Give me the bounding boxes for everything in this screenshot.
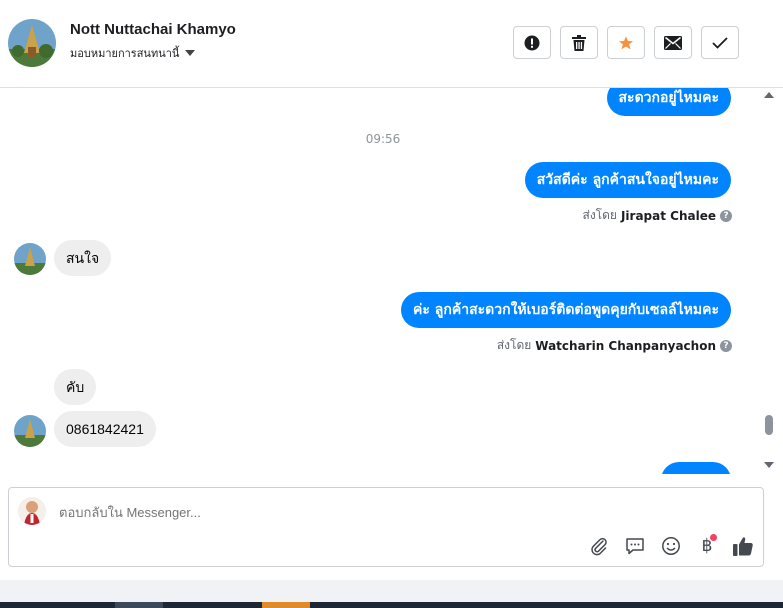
mail-icon <box>664 35 682 50</box>
reply-composer: ฿ <box>8 487 764 567</box>
check-icon <box>712 36 728 49</box>
help-icon[interactable]: ? <box>720 339 732 352</box>
header-actions <box>513 26 739 59</box>
assign-label: มอบหมายการสนทนานี้ <box>70 47 180 60</box>
chat-icon <box>626 538 644 555</box>
star-button[interactable] <box>607 26 645 59</box>
sent-by-prefix: ส่งโดย <box>496 338 532 352</box>
message-list[interactable]: สะดวกอยู่ไหมคะ 09:56 สวัสดีค่ะ ลูกค้าสนใ… <box>0 88 761 474</box>
message-outgoing-partial <box>661 462 731 474</box>
composer-tools: ฿ <box>587 534 755 558</box>
taskbar-item[interactable] <box>262 602 310 608</box>
done-button[interactable] <box>701 26 739 59</box>
taskbar-item[interactable] <box>115 602 163 608</box>
trash-icon <box>572 34 586 51</box>
taskbar <box>0 602 783 608</box>
contact-avatar[interactable] <box>8 19 56 67</box>
message-outgoing: สวัสดีค่ะ ลูกค้าสนใจอยู่ไหมคะ <box>524 162 731 198</box>
alert-icon <box>524 35 540 50</box>
emoji-button[interactable] <box>659 534 683 558</box>
caret-down-icon <box>185 50 196 56</box>
scroll-up-arrow[interactable] <box>764 92 774 98</box>
sent-by-prefix: ส่งโดย <box>582 208 617 222</box>
scrollbar-thumb[interactable] <box>765 415 773 435</box>
spam-button[interactable] <box>513 26 551 59</box>
payment-button[interactable]: ฿ <box>695 534 719 558</box>
sent-by-label: ส่งโดย Jirapat Chalee ? <box>582 206 732 225</box>
notification-dot <box>710 534 717 541</box>
message-incoming: คับ <box>54 369 97 405</box>
sender-name[interactable]: Watcharin Chanpanyachon <box>535 339 716 353</box>
contact-avatar-small <box>14 243 46 275</box>
paperclip-icon <box>591 537 607 556</box>
reply-input[interactable] <box>57 504 561 521</box>
like-icon <box>733 537 753 556</box>
help-icon[interactable]: ? <box>720 209 732 222</box>
contact-avatar-small <box>14 415 46 447</box>
scroll-down-arrow[interactable] <box>764 462 774 468</box>
sender-name[interactable]: Jirapat Chalee <box>621 209 716 223</box>
attach-button[interactable] <box>587 534 611 558</box>
sent-by-label: ส่งโดย Watcharin Chanpanyachon ? <box>497 336 732 355</box>
timestamp: 09:56 <box>365 132 401 146</box>
message-outgoing: ค่ะ ลูกค้าสะดวกให้เบอร์ติดต่อพูดคุยกับเซ… <box>401 292 731 328</box>
assign-conversation[interactable]: มอบหมายการสนทนานี้ <box>70 44 196 62</box>
mark-unread-button[interactable] <box>654 26 692 59</box>
message-incoming: 0861842421 <box>54 411 156 447</box>
contact-name: Nott Nuttachai Khamyo <box>70 21 236 38</box>
message-incoming: สนใจ <box>54 240 112 276</box>
message-outgoing: สะดวกอยู่ไหมคะ <box>606 88 731 116</box>
like-button[interactable] <box>731 534 755 558</box>
star-icon <box>619 35 633 49</box>
delete-button[interactable] <box>560 26 598 59</box>
conversation-header: Nott Nuttachai Khamyo มอบหมายการสนทนานี้ <box>0 0 783 88</box>
saved-replies-button[interactable] <box>623 534 647 558</box>
emoji-icon <box>662 537 680 555</box>
page-avatar <box>18 497 46 525</box>
